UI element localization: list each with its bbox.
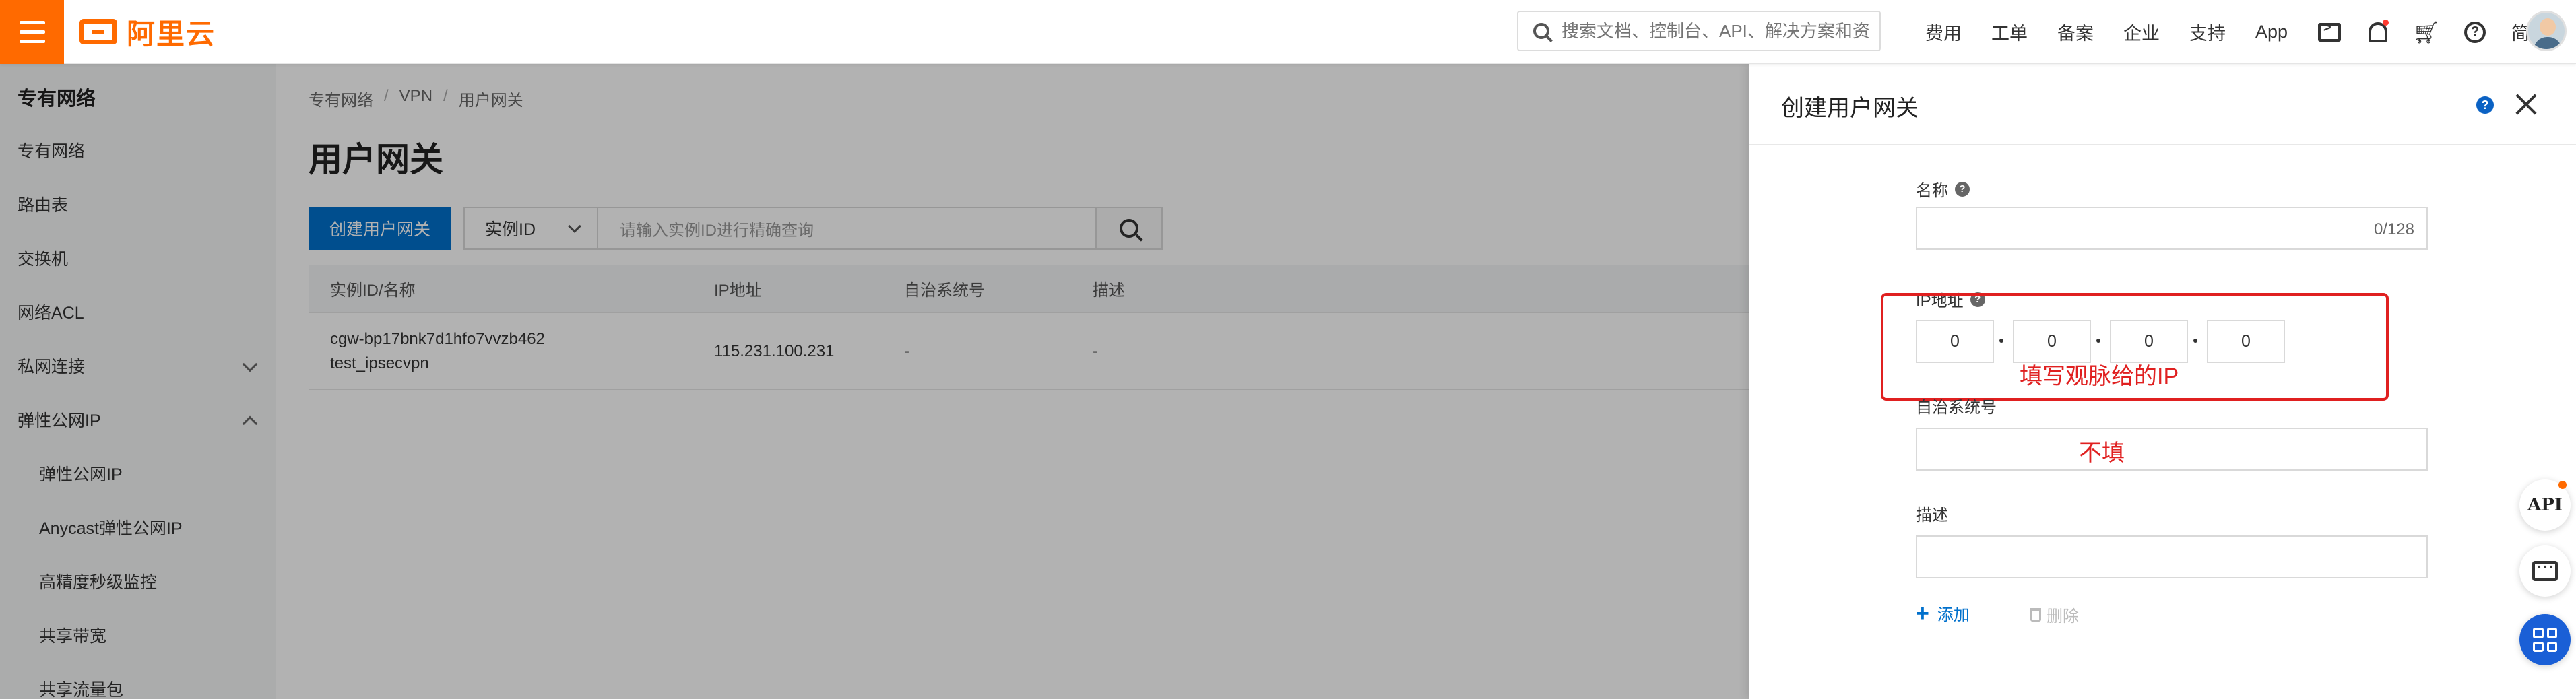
nav-icp[interactable]: 备案 <box>2057 19 2094 45</box>
logo-text: 阿里云 <box>127 18 216 50</box>
nav-enterprise[interactable]: 企业 <box>2123 19 2160 45</box>
help-icon[interactable]: ? <box>2463 20 2487 44</box>
asn-label: 自治系统号 <box>1916 394 1997 418</box>
hamburger-menu-icon[interactable] <box>0 0 64 64</box>
delete-button[interactable]: 删除 <box>2030 603 2079 626</box>
user-avatar[interactable] <box>2526 11 2567 51</box>
nav-support[interactable]: 支持 <box>2189 19 2226 45</box>
global-search[interactable] <box>1517 11 1881 51</box>
chat-icon <box>2532 558 2558 581</box>
name-input[interactable]: 0/128 <box>1916 207 2428 250</box>
api-label: API <box>2527 495 2563 515</box>
logo-mark-icon <box>79 19 117 44</box>
nav-tickets[interactable]: 工单 <box>1991 19 2028 45</box>
drawer-header: 创建用户网关 ? <box>1749 64 2576 145</box>
apps-float-button[interactable] <box>2519 614 2571 665</box>
cart-icon[interactable]: 🛒︎ <box>2413 20 2441 44</box>
global-search-input[interactable] <box>1561 20 1871 42</box>
delete-label: 删除 <box>2047 607 2079 626</box>
chat-float-button[interactable] <box>2519 545 2571 597</box>
close-icon[interactable] <box>2514 92 2538 116</box>
aliyun-logo[interactable]: 阿里云 <box>79 15 216 50</box>
search-icon <box>1533 23 1549 39</box>
asn-label-text: 自治系统号 <box>1916 399 1997 417</box>
top-nav: 费用 工单 备案 企业 支持 App 🛒︎ ? 简体 <box>1925 0 2576 64</box>
top-bar: 阿里云 费用 工单 备案 企业 支持 App 🛒︎ ? 简体 <box>0 0 2576 64</box>
help-icon[interactable]: ? <box>2476 96 2494 114</box>
terminal-icon[interactable] <box>2317 20 2342 44</box>
add-button[interactable]: + 添加 <box>1916 601 1970 625</box>
asn-input[interactable] <box>1916 428 2428 471</box>
plus-icon: + <box>1916 600 1929 626</box>
drawer-title: 创建用户网关 <box>1781 96 1919 121</box>
name-char-count: 0/128 <box>2373 220 2414 238</box>
question-icon[interactable]: ? <box>1955 181 1970 197</box>
apps-grid-icon <box>2533 628 2557 652</box>
notification-dot <box>2558 481 2567 489</box>
notification-dot <box>2383 19 2389 26</box>
api-float-button[interactable]: API <box>2519 479 2571 531</box>
trash-icon <box>2030 607 2041 622</box>
modal-overlay[interactable] <box>0 64 1749 699</box>
desc-input[interactable] <box>1916 535 2428 578</box>
nav-billing[interactable]: 费用 <box>1925 19 1962 45</box>
name-label: 名称 ? <box>1916 177 1970 201</box>
create-gateway-drawer: 创建用户网关 ? 名称 ? 0/128 IP地址 ? 0 0 0 0 填写观脉给… <box>1749 64 2576 699</box>
add-label: 添加 <box>1937 606 1970 624</box>
desc-label-text: 描述 <box>1916 506 1948 525</box>
name-label-text: 名称 <box>1916 182 1948 200</box>
desc-label: 描述 <box>1916 502 1948 525</box>
bell-icon[interactable] <box>2366 19 2390 44</box>
annotation-ip-note: 填写观脉给的IP <box>2020 364 2179 389</box>
nav-app[interactable]: App <box>2255 22 2288 42</box>
annotation-asn-note: 不填 <box>2079 440 2125 466</box>
